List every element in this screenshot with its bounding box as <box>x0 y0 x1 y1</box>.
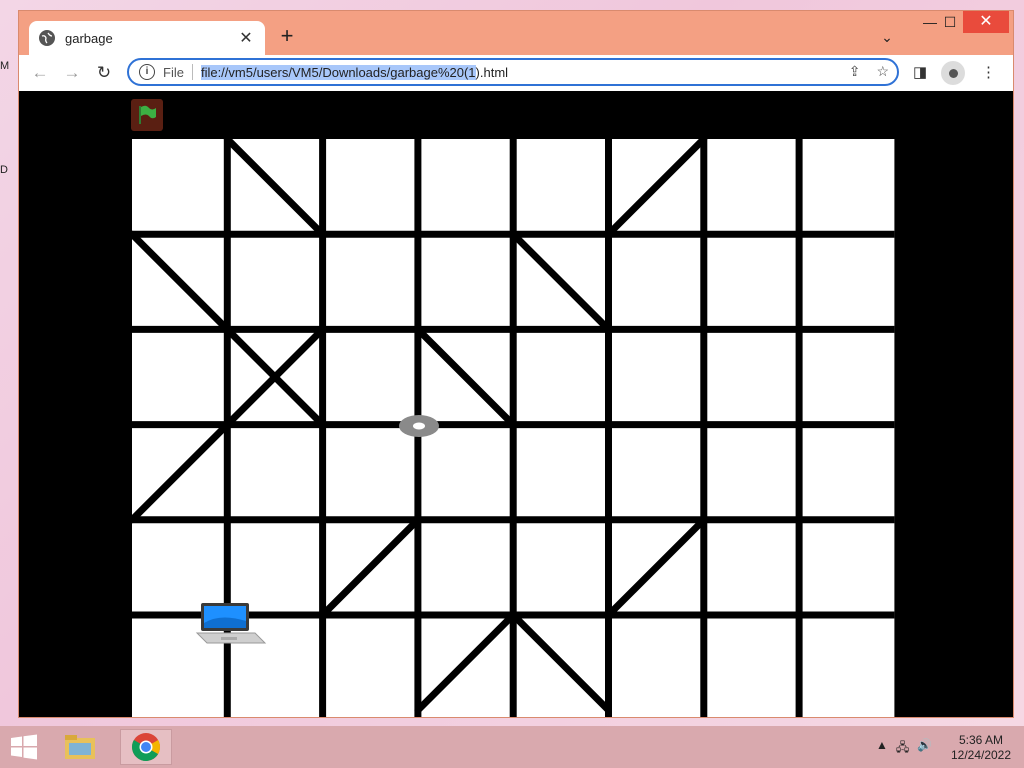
volume-icon[interactable]: 🔊 <box>917 738 932 759</box>
game-page <box>19 91 1013 717</box>
clock-date: 12/24/2022 <box>950 748 1012 762</box>
bookmark-star-icon[interactable]: ☆ <box>876 63 889 80</box>
network-icon[interactable]: 🖧 <box>896 738 909 759</box>
url-text[interactable]: file://vm5/users/VM5/Downloads/garbage%2… <box>200 64 509 80</box>
laptop-sprite[interactable] <box>195 601 267 652</box>
tab-search-button[interactable]: ⌄ <box>875 25 899 49</box>
url-scheme-label: File <box>163 64 184 80</box>
show-hidden-icons-arrow[interactable]: ▲ <box>876 738 888 759</box>
desktop-icon-label-d: D <box>0 164 8 176</box>
windows-logo-icon <box>11 734 37 760</box>
menu-kebab-icon[interactable]: ⋮ <box>981 63 996 81</box>
folder-icon <box>65 735 95 759</box>
address-bar[interactable]: i File file://vm5/users/VM5/Downloads/ga… <box>127 58 899 86</box>
url-selected-text: file://vm5/users/VM5/Downloads/garbage%2… <box>200 64 476 80</box>
forward-button[interactable]: → <box>59 61 85 85</box>
new-tab-button[interactable]: + <box>275 25 299 49</box>
green-flag-button[interactable] <box>131 99 163 131</box>
taskbar: ▲ 🖧 🔊 5:36 AM 12/24/2022 <box>0 726 1024 768</box>
green-flag-icon <box>139 105 156 124</box>
side-panel-icon[interactable]: ◨ <box>913 63 927 81</box>
omnibox-divider <box>191 64 193 80</box>
back-button[interactable]: ← <box>27 61 53 85</box>
url-rest-text: ).html <box>475 64 509 80</box>
close-window-button[interactable]: ✕ <box>963 11 1009 33</box>
start-button[interactable] <box>10 734 38 765</box>
disc-sprite[interactable] <box>397 413 441 444</box>
share-icon[interactable]: ⇪ <box>849 63 861 80</box>
profile-avatar[interactable] <box>941 61 965 85</box>
taskbar-chrome[interactable] <box>120 729 172 765</box>
browser-toolbar: ← → ↻ i File file://vm5/users/VM5/Downlo… <box>19 55 1013 91</box>
person-icon <box>948 68 958 78</box>
taskbar-file-explorer[interactable] <box>58 729 102 765</box>
tab-close-icon[interactable]: ✕ <box>237 28 255 48</box>
game-stage[interactable] <box>19 91 1013 717</box>
site-info-icon[interactable]: i <box>139 64 155 80</box>
taskbar-clock[interactable]: 5:36 AM 12/24/2022 <box>946 733 1016 763</box>
desktop-icon-label-m: M <box>0 60 10 72</box>
tab-strip: garbage ✕ + ⌄ — ☐ ✕ <box>19 11 1013 55</box>
tab-title: garbage <box>65 30 113 46</box>
globe-icon <box>39 30 55 46</box>
maximize-button[interactable]: ☐ <box>935 11 965 33</box>
clock-time: 5:36 AM <box>958 733 1004 747</box>
tab-garbage[interactable]: garbage ✕ <box>29 21 265 55</box>
system-tray: ▲ 🖧 🔊 <box>876 738 932 759</box>
reload-button[interactable]: ↻ <box>91 61 117 85</box>
browser-window: garbage ✕ + ⌄ — ☐ ✕ ← → ↻ i File file://… <box>18 10 1014 718</box>
chrome-icon <box>132 733 160 761</box>
